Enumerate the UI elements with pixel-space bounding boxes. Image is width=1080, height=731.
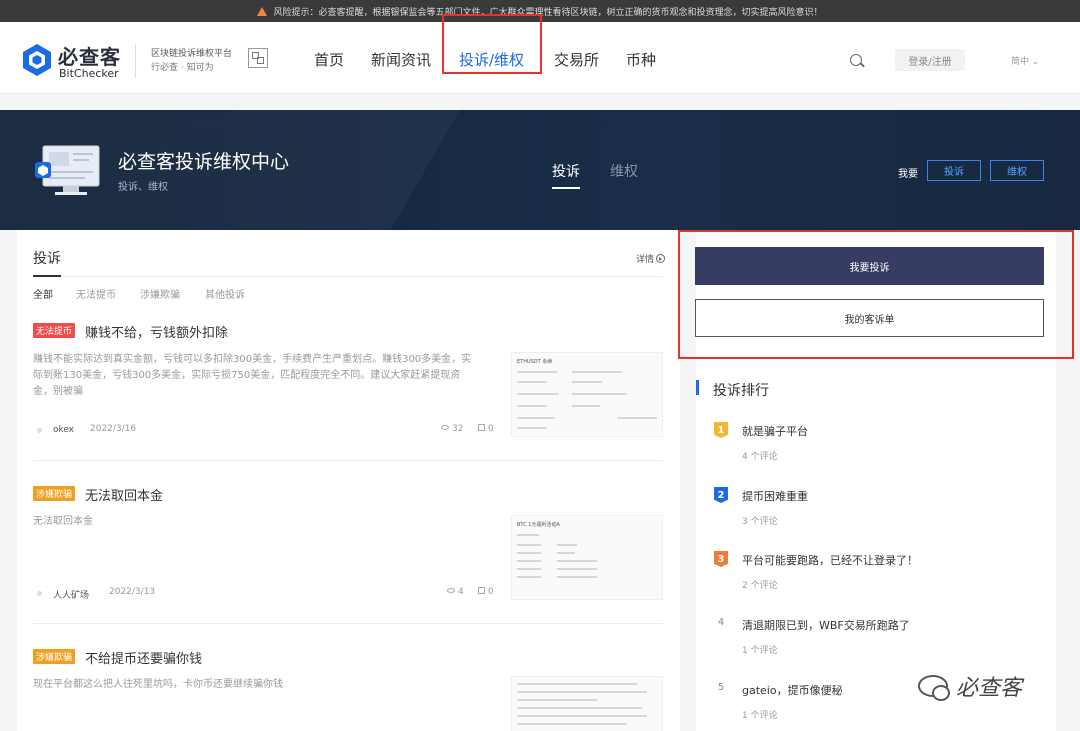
user-avatar [37, 591, 42, 596]
banner-subtitle: 投诉、维权 [118, 182, 168, 193]
language-label: 简中 [1011, 57, 1030, 67]
complaint-item[interactable]: 无法提币 赚钱不给，亏钱额外扣除 赚钱不能实际达到真实金额，亏钱可以多扣除300… [33, 322, 663, 462]
complaint-date: 2022/3/16 [90, 424, 137, 434]
rank-title-accent [696, 380, 699, 395]
risk-notice-text: 风险提示：必查客提醒，根据银保监会等五部门文件，广大群众需理性看待区块链，树立正… [273, 7, 823, 18]
rank-item-count: 4 个评论 [742, 452, 778, 462]
chevron-down-icon: ⌄ [1031, 57, 1040, 67]
comment-icon [478, 424, 485, 431]
filter-all[interactable]: 全部 [33, 286, 53, 301]
rank-badge-2-icon: 2 [714, 487, 728, 503]
complaint-title[interactable]: 赚钱不给，亏钱额外扣除 [85, 322, 228, 341]
language-selector[interactable]: 简中 ⌄ [1011, 54, 1039, 67]
rank-item-count: 3 个评论 [742, 517, 778, 527]
complaints-divider [33, 276, 663, 277]
item-separator [33, 623, 663, 624]
slogan-secondary: 行必查 · 知可为 [151, 63, 214, 73]
rank-item-count: 2 个评论 [742, 581, 778, 591]
comment-count: 0 [478, 587, 494, 597]
rank-number: 5 [717, 682, 725, 693]
complaint-thumbnail[interactable] [511, 676, 663, 731]
comment-count: 0 [478, 424, 494, 434]
thumbnail-caption: ETHUSDT 永续 [517, 359, 553, 365]
complaint-date: 2022/3/13 [109, 587, 156, 597]
thumbnail-caption: BTC 1元福利活动A [517, 522, 560, 528]
logo-divider [135, 44, 136, 78]
monitor-illustration-icon [35, 145, 100, 195]
eye-icon [447, 588, 455, 593]
sidebar-highlight-box [678, 230, 1074, 359]
rank-item-title[interactable]: 平台可能要跑路，已经不让登录了！ [742, 552, 918, 568]
comment-count-value: 0 [488, 587, 494, 597]
complaint-item[interactable]: 涉嫌欺骗 不给提币还要骗你钱 现在平台都这么把人往死里坑吗，卡你币还要继续骗你钱 [33, 648, 663, 731]
watermark-text: 必查客 [956, 676, 1023, 701]
filter-withdraw[interactable]: 无法提币 [76, 286, 116, 301]
complaint-thumbnail[interactable]: ETHUSDT 永续 [511, 352, 663, 437]
complaint-tag: 无法提币 [33, 323, 76, 338]
rank-item-title[interactable]: 就是骗子平台 [742, 423, 808, 439]
want-label: 我要 [898, 169, 918, 180]
user-avatar [37, 428, 42, 433]
complaint-user[interactable]: 人人矿场 [53, 588, 89, 601]
rank-badge-3-icon: 3 [714, 551, 728, 567]
comment-count-value: 0 [488, 424, 494, 434]
view-count-value: 32 [452, 424, 464, 434]
nav-home[interactable]: 首页 [314, 49, 344, 70]
nav-exchanges[interactable]: 交易所 [554, 49, 599, 70]
complaints-title-underline [33, 275, 61, 277]
view-count-value: 4 [458, 587, 464, 597]
comment-icon [478, 587, 485, 594]
complaint-thumbnail[interactable]: BTC 1元福利活动A [511, 515, 663, 600]
logo-subtext: BitChecker [59, 67, 119, 80]
complaints-panel: 投诉 详情 全部 无法提币 涉嫌欺骗 其他投诉 无法提币 赚钱不给，亏钱额外扣除… [17, 230, 680, 731]
filter-other[interactable]: 其他投诉 [205, 286, 245, 301]
complaint-user[interactable]: okex [53, 425, 74, 435]
banner-tab-complaints[interactable]: 投诉 [552, 161, 580, 189]
hero-banner: 必查客投诉维权中心 投诉、维权 投诉 维权 我要 投诉 维权 [0, 110, 1080, 230]
complaint-title[interactable]: 不给提币还要骗你钱 [85, 648, 202, 667]
filter-fraud[interactable]: 涉嫌欺骗 [140, 286, 180, 301]
rank-item-count: 1 个评论 [742, 711, 778, 721]
slogan-primary: 区块链投诉维权平台 [151, 49, 233, 59]
logo-icon[interactable] [22, 43, 52, 77]
eye-icon [441, 425, 449, 430]
logo-text[interactable]: 必查客 [58, 41, 121, 70]
nav-highlight-box [442, 14, 542, 74]
arrow-right-circle-icon [656, 254, 666, 263]
view-count: 4 [447, 587, 464, 597]
rank-badge-1-icon: 1 [714, 422, 728, 438]
complaint-description: 现在平台都这么把人往死里坑吗，卡你币还要继续骗你钱 [33, 679, 283, 690]
item-separator [33, 460, 663, 461]
rank-item-title[interactable]: 清退期限已到，WBF交易所跑路了 [742, 617, 910, 633]
complaint-description: 无法取回本金 [33, 516, 93, 527]
search-icon[interactable] [850, 54, 862, 66]
login-button[interactable]: 登录/注册 [895, 49, 965, 71]
complaint-tag: 涉嫌欺骗 [33, 486, 76, 501]
rank-item-count: 1 个评论 [742, 646, 778, 656]
banner-tab-rights[interactable]: 维权 [610, 161, 638, 181]
nav-coins[interactable]: 币种 [626, 49, 656, 70]
wechat-watermark: 必查客 [918, 670, 1022, 702]
banner-rights-button[interactable]: 维权 [990, 160, 1044, 181]
complaint-item[interactable]: 涉嫌欺骗 无法取回本金 无法取回本金 人人矿场 2022/3/13 4 0 BT… [33, 485, 663, 625]
view-count: 32 [441, 424, 463, 434]
nav-news[interactable]: 新闻资讯 [371, 49, 431, 70]
rank-item-title[interactable]: gateio，提币像便秘 [742, 682, 843, 698]
rank-number: 4 [717, 617, 725, 628]
complaint-tag: 涉嫌欺骗 [33, 649, 76, 664]
rank-title: 投诉排行 [713, 383, 769, 399]
wechat-icon [918, 675, 950, 701]
warning-icon [257, 6, 268, 16]
banner-title: 必查客投诉维权中心 [118, 151, 290, 173]
complaints-title: 投诉 [33, 251, 61, 267]
qr-code-icon[interactable] [248, 48, 268, 68]
rank-item-title[interactable]: 提币困难重重 [742, 488, 808, 504]
complaint-title[interactable]: 无法取回本金 [85, 485, 163, 504]
details-link[interactable]: 详情 [636, 252, 666, 265]
complaint-description: 赚钱不能实际达到真实金额，亏钱可以多扣除300美金，手续费产生严重划点。赚钱30… [33, 354, 472, 397]
banner-complain-button[interactable]: 投诉 [927, 160, 981, 181]
details-label: 详情 [636, 255, 655, 265]
